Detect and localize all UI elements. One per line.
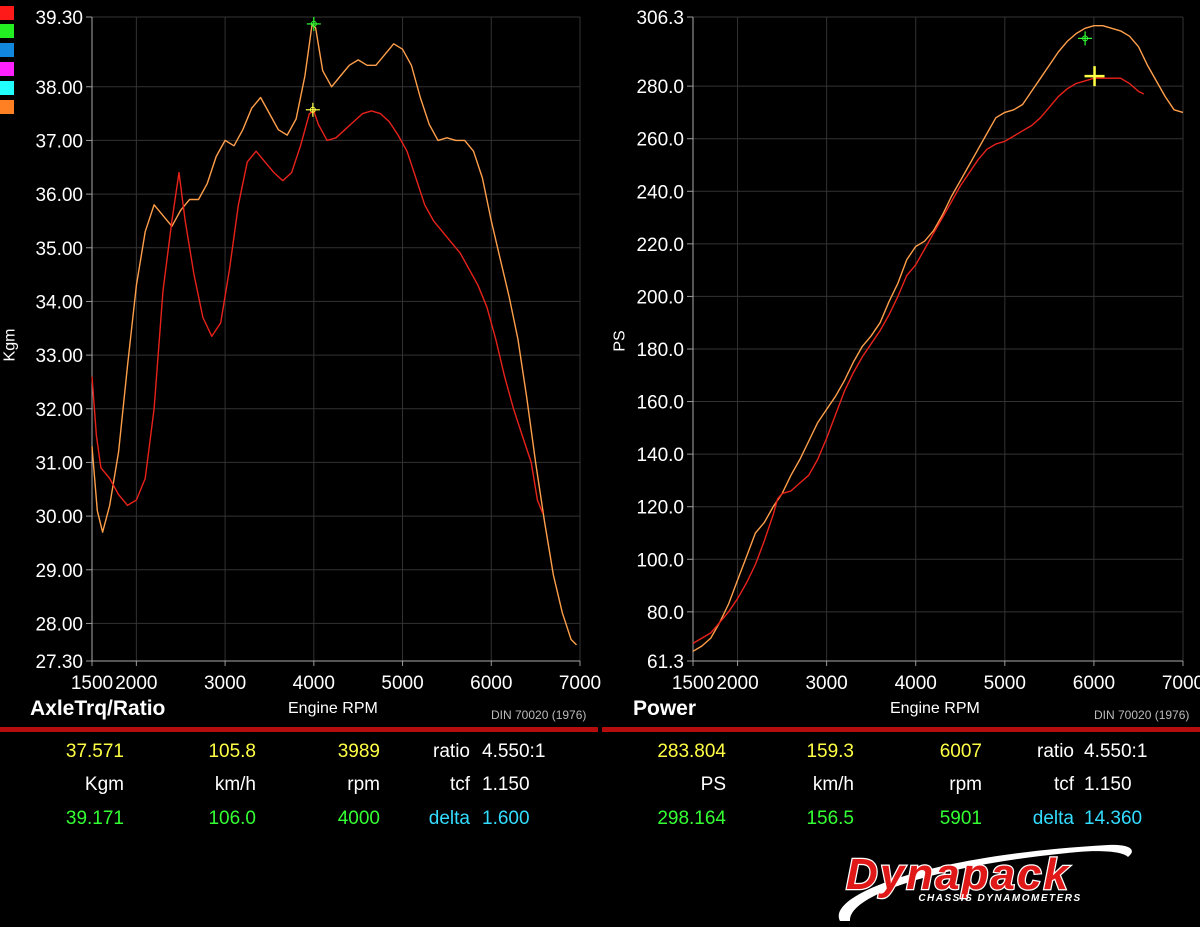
readout-value: 37.571 [65,741,124,762]
y-tick-label: 140.0 [636,445,684,466]
y-tick-label: 33.00 [35,346,83,367]
delta-label: delta [1032,808,1074,829]
tcf-label: tcf [1053,774,1074,795]
tcf-value: 1.150 [482,774,530,795]
x-tick-label: 1500 [672,673,714,694]
x-tick-label: 4000 [293,673,335,694]
ratio-value: 4.550:1 [1084,741,1148,762]
readout-unit: rpm [347,774,380,795]
y-tick-label: 28.00 [35,614,83,635]
y-tick-label: 27.30 [35,652,83,673]
y-tick-label: 100.0 [636,550,684,571]
readout-value: 5901 [939,808,982,829]
y-tick-label: 220.0 [636,235,684,256]
readout-value: 4000 [337,808,380,829]
y-tick-label: 34.00 [35,292,83,313]
y-tick-label: 260.0 [636,130,684,151]
y-tick-label: 29.00 [35,561,83,582]
x-tick-label: 5000 [381,673,423,694]
series-line [692,77,1145,645]
readout-value: 6007 [939,741,982,762]
delta-label: delta [428,808,470,829]
y-tick-label: 280.0 [636,77,684,98]
ratio-label: ratio [1037,741,1074,762]
x-tick-label: 1500 [71,673,113,694]
y-tick-label: 160.0 [636,393,684,414]
readout-unit: km/h [812,774,854,795]
y-tick-label: 120.0 [636,498,684,519]
y-tick-label: 200.0 [636,287,684,308]
x-tick-label: 2000 [115,673,157,694]
power-x-axis-label: Engine RPM [890,700,980,717]
dynapack-logo: Dynapack CHASSIS DYNAMOMETERS [838,844,1132,921]
logo-tagline: CHASSIS DYNAMOMETERS [918,893,1081,904]
ratio-value: 4.550:1 [482,741,546,762]
series-line [692,25,1184,652]
x-tick-label: 3000 [204,673,246,694]
readout-value: 3989 [337,741,380,762]
readout-unit: PS [700,774,726,795]
y-tick-label: 240.0 [636,182,684,203]
y-tick-label: 180.0 [636,340,684,361]
x-tick-label: 4000 [895,673,937,694]
power-y-axis-label: PS [611,330,629,352]
readout-value: 156.5 [806,808,854,829]
torque-standard-label: DIN 70020 (1976) [491,708,587,722]
delta-value: 1.600 [482,808,530,829]
y-tick-label: 31.00 [35,453,83,474]
power-chart-title: Power [633,697,697,720]
x-tick-label: 7000 [559,673,601,694]
delta-value: 14.360 [1084,808,1143,829]
logo-brand: Dynapack [846,850,1070,899]
torque-x-axis-label: Engine RPM [288,700,378,717]
x-tick-label: 2000 [716,673,758,694]
y-tick-label: 306.3 [636,8,684,29]
readout-unit: rpm [949,774,982,795]
readout-unit: km/h [214,774,256,795]
readout-value: 298.164 [657,808,726,829]
y-tick-label: 30.00 [35,507,83,528]
x-tick-label: 7000 [1162,673,1200,694]
series-line [91,110,544,514]
y-tick-label: 36.00 [35,185,83,206]
torque-chart-title: AxleTrq/Ratio [30,697,166,720]
charts-canvas: 1500 2000 3000 4000 5000 6000 700027.3028.0029… [35,8,1200,694]
y-tick-label: 35.00 [35,239,83,260]
y-tick-label: 61.3 [647,652,684,673]
x-tick-label: 3000 [805,673,847,694]
torque-y-axis-label: Kgm [1,328,19,362]
readout-value: 105.8 [208,741,256,762]
tcf-label: tcf [449,774,470,795]
x-tick-label: 6000 [1073,673,1115,694]
y-tick-label: 80.0 [647,603,684,624]
readout-unit: Kgm [84,774,124,795]
series-line [91,24,577,646]
power-standard-label: DIN 70020 (1976) [1094,708,1190,722]
x-tick-label: 5000 [984,673,1026,694]
y-tick-label: 39.30 [35,8,83,29]
y-tick-label: 38.00 [35,78,83,99]
x-tick-label: 6000 [470,673,512,694]
tcf-value: 1.150 [1084,774,1132,795]
y-tick-label: 37.00 [35,131,83,152]
ratio-label: ratio [433,741,470,762]
readout-value: 159.3 [806,741,854,762]
readout-value: 106.0 [208,808,256,829]
readout-value: 283.804 [657,741,726,762]
y-tick-label: 32.00 [35,400,83,421]
readout-value: 39.171 [65,808,124,829]
